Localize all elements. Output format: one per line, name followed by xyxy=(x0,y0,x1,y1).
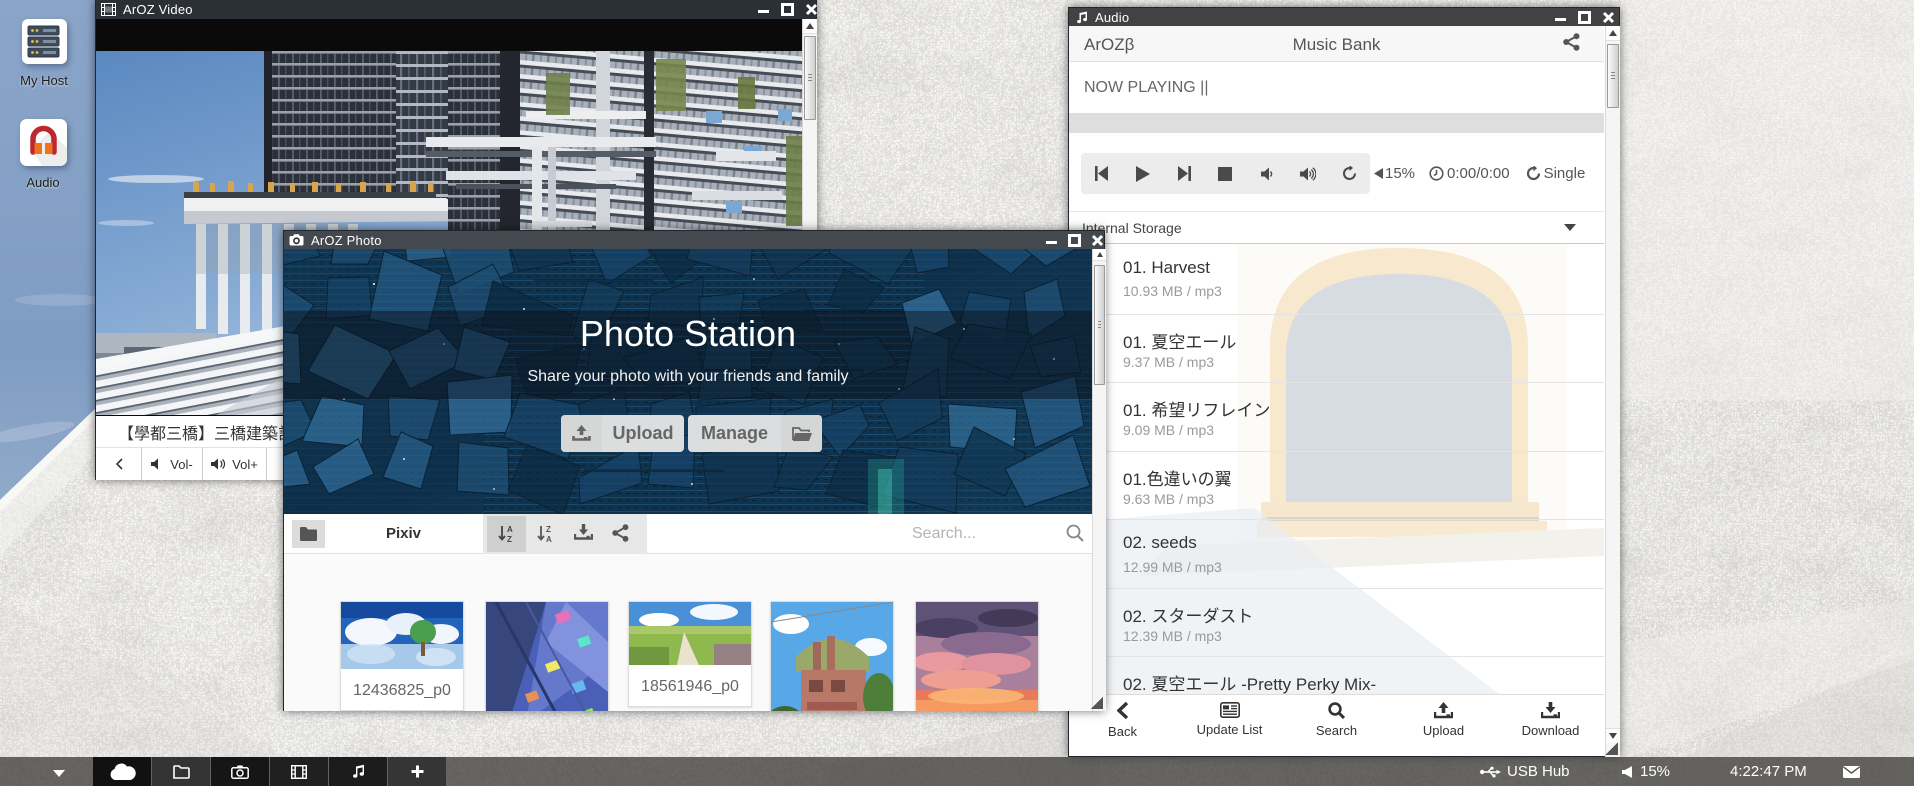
svg-text:Z: Z xyxy=(546,525,551,534)
svg-text:A: A xyxy=(507,525,513,534)
svg-text:A: A xyxy=(546,535,552,543)
svg-text:Z: Z xyxy=(507,535,512,543)
